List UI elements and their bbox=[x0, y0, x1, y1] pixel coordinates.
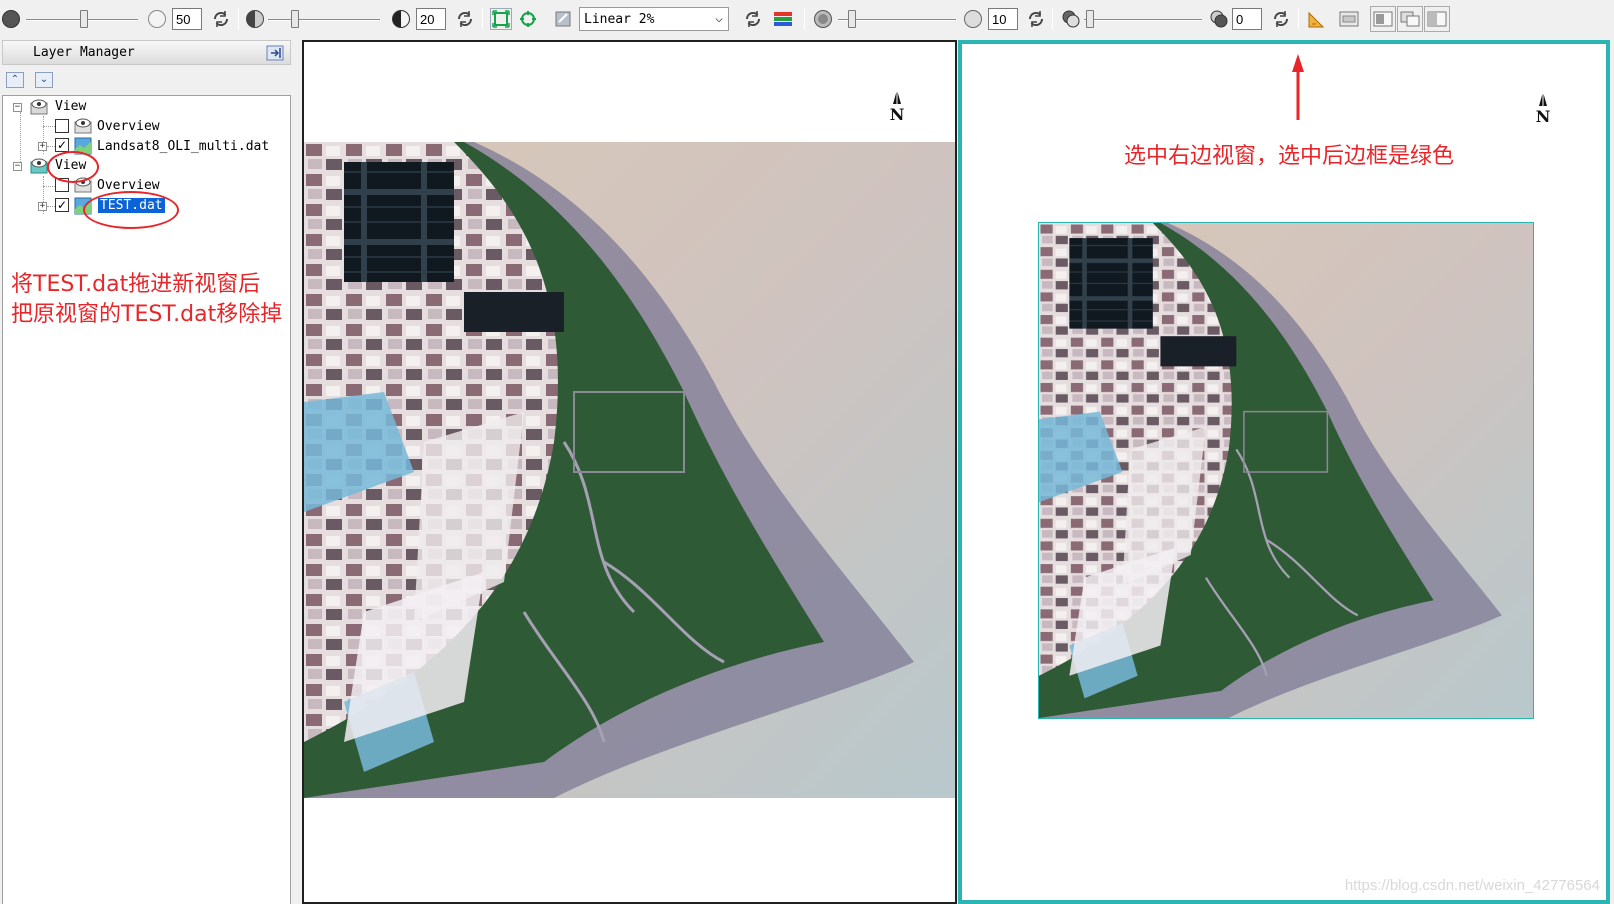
transparency-high-icon bbox=[1208, 8, 1230, 30]
sharpen-reset-icon[interactable] bbox=[1025, 8, 1047, 30]
test-layer-checkbox[interactable]: ✓ bbox=[55, 198, 69, 212]
transparency-slider-track[interactable] bbox=[1084, 19, 1202, 21]
stretch-type-dropdown[interactable]: Linear 2% ⌵ bbox=[579, 7, 729, 31]
annotation-arrow bbox=[1290, 52, 1306, 126]
layer-manager-panel: Layer Manager ⌃ ⌄ − View Overview + ✓ La… bbox=[0, 40, 293, 904]
collapse-view-2-toggle[interactable]: − bbox=[13, 162, 22, 171]
overview-1-label[interactable]: Overview bbox=[97, 119, 160, 134]
brightness-light-icon bbox=[148, 10, 166, 28]
display-properties-icon[interactable] bbox=[552, 8, 574, 30]
transparency-low-icon bbox=[1060, 8, 1082, 30]
brightness-slider-thumb[interactable] bbox=[80, 10, 88, 28]
transparency-value-field[interactable]: 0 bbox=[1232, 8, 1262, 30]
view-layout-icon[interactable] bbox=[1338, 8, 1360, 30]
zoom-to-full-extent-icon[interactable] bbox=[490, 8, 512, 30]
annotation-note-line-1: 将TEST.dat拖进新视窗后 bbox=[11, 272, 261, 297]
annotation-right-view-note: 选中右边视窗，选中后边框是绿色 bbox=[1124, 144, 1455, 169]
annotation-ellipse-test bbox=[83, 191, 179, 229]
contrast-slider-track[interactable] bbox=[268, 19, 380, 21]
sharpen-high-icon bbox=[964, 10, 982, 28]
contrast-high-icon bbox=[392, 10, 410, 28]
landsat-layer-label[interactable]: Landsat8_OLI_multi.dat bbox=[97, 139, 269, 154]
contrast-value-field[interactable]: 20 bbox=[416, 8, 446, 30]
left-view-window[interactable]: N bbox=[302, 40, 957, 904]
expand-test-toggle[interactable]: + bbox=[38, 202, 47, 211]
sharpen-low-icon bbox=[814, 10, 832, 28]
contrast-low-icon bbox=[246, 10, 264, 28]
stretch-type-value: Linear 2% bbox=[584, 12, 655, 27]
overview-icon bbox=[73, 116, 93, 136]
toolbar-separator bbox=[804, 8, 805, 30]
expand-all-button[interactable]: ⌄ bbox=[35, 72, 53, 88]
north-arrow-icon: N bbox=[884, 88, 910, 130]
watermark: https://blog.csdn.net/weixin_42776564 bbox=[1344, 877, 1600, 894]
collapse-view-1-toggle[interactable]: − bbox=[13, 103, 22, 112]
north-arrow-icon: N bbox=[1530, 90, 1556, 132]
brightness-value-field[interactable]: 50 bbox=[172, 8, 202, 30]
brightness-reset-icon[interactable] bbox=[210, 8, 232, 30]
view-icon bbox=[29, 97, 49, 117]
display-toolbar: 50 20 Linear 2% ⌵ 10 0 bbox=[0, 0, 1614, 38]
swipe-icon[interactable] bbox=[1424, 6, 1450, 32]
brightness-dark-icon bbox=[2, 10, 20, 28]
layer-tree: − View Overview + ✓ Landsat8_OLI_multi.d… bbox=[2, 95, 291, 904]
layer-manager-title: Layer Manager bbox=[33, 45, 135, 60]
layer-manager-header: Layer Manager bbox=[2, 40, 291, 65]
chevron-down-icon: ⌵ bbox=[715, 11, 723, 26]
toolbar-separator bbox=[482, 8, 483, 30]
annotation-note-line-2: 把原视窗的TEST.dat移除掉 bbox=[11, 302, 283, 327]
active-view-icon bbox=[29, 156, 49, 176]
right-view-window-active[interactable]: N 选中右边视窗，选中后边框是绿色 https://blog.csdn.net/… bbox=[958, 40, 1610, 904]
contrast-reset-icon[interactable] bbox=[454, 8, 476, 30]
stretch-reset-icon[interactable] bbox=[742, 8, 764, 30]
contrast-slider-thumb[interactable] bbox=[291, 10, 299, 28]
view-1-label[interactable]: View bbox=[55, 99, 86, 114]
portal-icon[interactable] bbox=[1370, 6, 1396, 32]
north-label: N bbox=[890, 105, 905, 124]
collapse-all-button[interactable]: ⌃ bbox=[6, 72, 24, 88]
envi-application: 50 20 Linear 2% ⌵ 10 0 Layer Manager ⌃ ⌄… bbox=[0, 0, 1614, 904]
pin-panel-icon[interactable] bbox=[266, 45, 284, 61]
rotate-view-icon[interactable] bbox=[517, 8, 539, 30]
transparency-reset-icon[interactable] bbox=[1270, 8, 1292, 30]
overview-1-checkbox[interactable] bbox=[55, 119, 69, 133]
transparency-slider-thumb[interactable] bbox=[1086, 10, 1094, 28]
satellite-image-left bbox=[304, 142, 955, 798]
sharpen-value-field[interactable]: 10 bbox=[988, 8, 1018, 30]
satellite-image-right bbox=[1038, 222, 1534, 719]
north-label: N bbox=[1536, 107, 1551, 126]
expand-landsat-toggle[interactable]: + bbox=[38, 142, 47, 151]
toolbar-separator bbox=[238, 8, 239, 30]
sharpen-slider-thumb[interactable] bbox=[848, 10, 856, 28]
measure-icon[interactable] bbox=[1306, 8, 1328, 30]
annotation-ellipse-view bbox=[47, 151, 99, 183]
toolbar-separator bbox=[1298, 8, 1299, 30]
landsat-layer-checkbox[interactable]: ✓ bbox=[55, 138, 69, 152]
blend-icon[interactable] bbox=[1397, 6, 1423, 32]
toolbar-separator bbox=[1052, 8, 1053, 30]
color-table-icon[interactable] bbox=[772, 8, 794, 30]
